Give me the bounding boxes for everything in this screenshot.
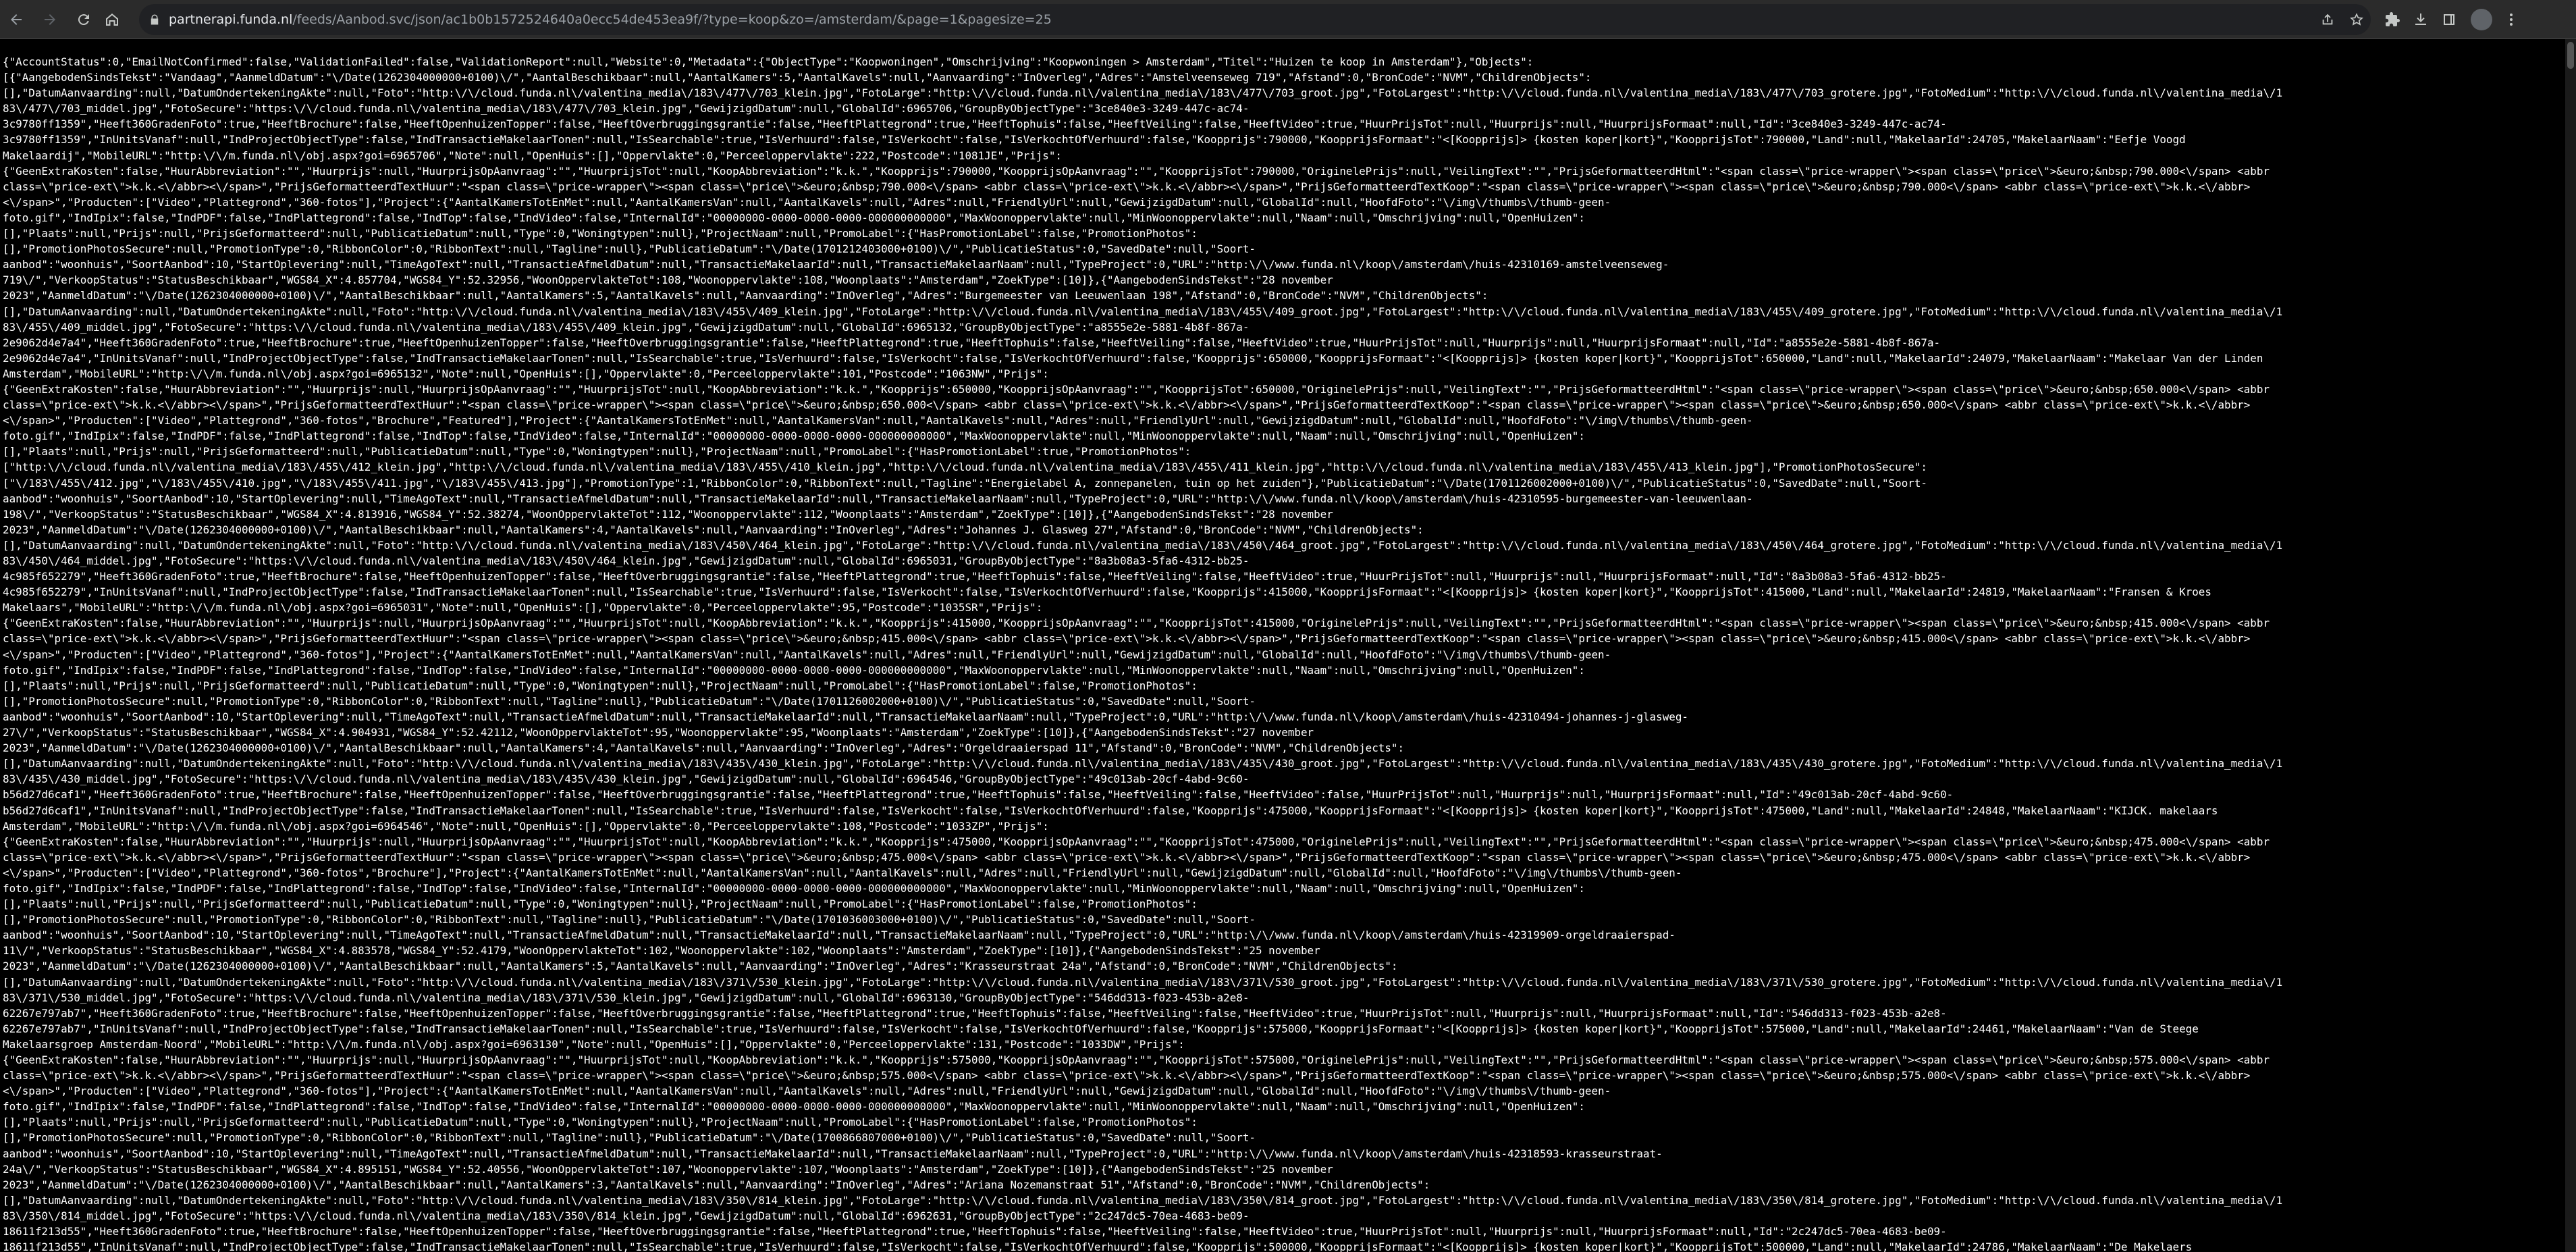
extensions-button[interactable] <box>2379 6 2406 33</box>
page-content: {"AccountStatus":0,"EmailNotConfirmed":f… <box>0 39 2576 1252</box>
home-button[interactable] <box>99 6 126 33</box>
home-icon <box>106 14 118 26</box>
lock-icon <box>151 14 159 25</box>
star-icon <box>2350 13 2363 26</box>
avatar[interactable] <box>2471 9 2492 30</box>
kebab-menu-icon <box>2510 14 2513 26</box>
url-path: /feeds/Aanbod.svc/json/ac1b0b1572524640a… <box>292 12 1052 27</box>
download-icon <box>2415 14 2426 25</box>
menu-button[interactable] <box>2498 6 2525 33</box>
side-panel-icon <box>2444 14 2454 25</box>
share-button[interactable] <box>2317 9 2338 30</box>
share-icon <box>2322 14 2333 25</box>
reload-button[interactable] <box>70 6 97 33</box>
download-button[interactable] <box>2407 6 2434 33</box>
browser-toolbar: partnerapi.funda.nl/feeds/Aanbod.svc/jso… <box>0 0 2576 39</box>
arrow-right-icon <box>45 14 55 25</box>
address-bar[interactable]: partnerapi.funda.nl/feeds/Aanbod.svc/jso… <box>139 4 2371 35</box>
scrollbar-thumb[interactable] <box>2567 42 2574 69</box>
json-response-body: {"AccountStatus":0,"EmailNotConfirmed":f… <box>3 55 2283 1252</box>
side-panel-button[interactable] <box>2436 6 2463 33</box>
puzzle-icon <box>2386 12 2400 26</box>
site-info-icon[interactable] <box>146 11 163 28</box>
back-button[interactable] <box>3 6 30 33</box>
reload-icon <box>78 14 89 26</box>
forward-button[interactable] <box>36 6 63 33</box>
vertical-scrollbar[interactable] <box>2565 39 2576 1252</box>
url-host: partnerapi.funda.nl <box>169 12 293 27</box>
arrow-left-icon <box>11 14 22 25</box>
bookmark-button[interactable] <box>2346 9 2367 30</box>
url-text[interactable]: partnerapi.funda.nl/feeds/Aanbod.svc/jso… <box>169 4 1052 35</box>
